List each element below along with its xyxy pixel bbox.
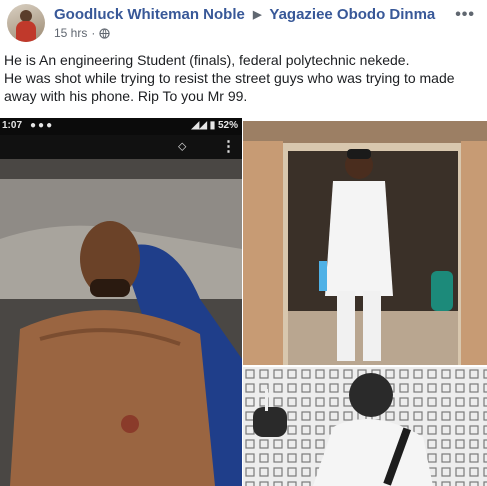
target-name-link[interactable]: Yagaziee Obodo Dinma <box>269 6 435 23</box>
phone-app-bar: ⬦ ⋮ <box>0 135 242 159</box>
tag-icon: ⬦ <box>178 139 187 153</box>
author-name-link[interactable]: Goodluck Whiteman Noble <box>54 6 245 23</box>
man-with-cigarette-image <box>243 367 487 486</box>
signal-icon: ◢◢ ▮ <box>191 120 216 131</box>
author-avatar[interactable] <box>7 4 45 42</box>
meta-separator: · <box>91 26 96 40</box>
phone-battery-value: 52% <box>217 120 238 131</box>
post-meta: 15 hrs · <box>54 26 111 40</box>
kebab-menu-icon: ⋮ <box>221 138 236 155</box>
post-text-line-2: He was shot while trying to resist the s… <box>4 70 455 104</box>
globe-icon[interactable] <box>99 27 111 39</box>
man-in-white-image <box>243 121 487 365</box>
author-line: Goodluck Whiteman Noble ▶ Yagaziee Obodo… <box>54 6 435 23</box>
photo-man-in-white[interactable] <box>243 121 487 365</box>
phone-status-bar: 1:07 ●●● ◢◢ ▮ 52% <box>0 118 242 135</box>
photo-phone-screenshot[interactable]: 1:07 ●●● ◢◢ ▮ 52% ⬦ ⋮ <box>0 118 242 486</box>
victim-photo-image <box>0 159 242 486</box>
more-options-button[interactable]: ••• <box>455 6 475 24</box>
post-timestamp[interactable]: 15 hrs <box>54 26 87 40</box>
post-text-line-1: He is An engineering Student (finals), f… <box>4 52 410 68</box>
post-text: He is An engineering Student (finals), f… <box>4 51 482 105</box>
phone-status-dots: ●●● <box>30 120 55 131</box>
share-arrow-icon: ▶ <box>253 9 262 21</box>
post-header: Goodluck Whiteman Noble ▶ Yagaziee Obodo… <box>0 0 487 44</box>
photo-grid: 1:07 ●●● ◢◢ ▮ 52% ⬦ ⋮ <box>0 118 487 486</box>
phone-status-time: 1:07 <box>2 120 23 131</box>
phone-battery-label: ◢◢ ▮ 52% <box>192 120 238 131</box>
photo-man-with-cigarette[interactable] <box>243 367 487 486</box>
